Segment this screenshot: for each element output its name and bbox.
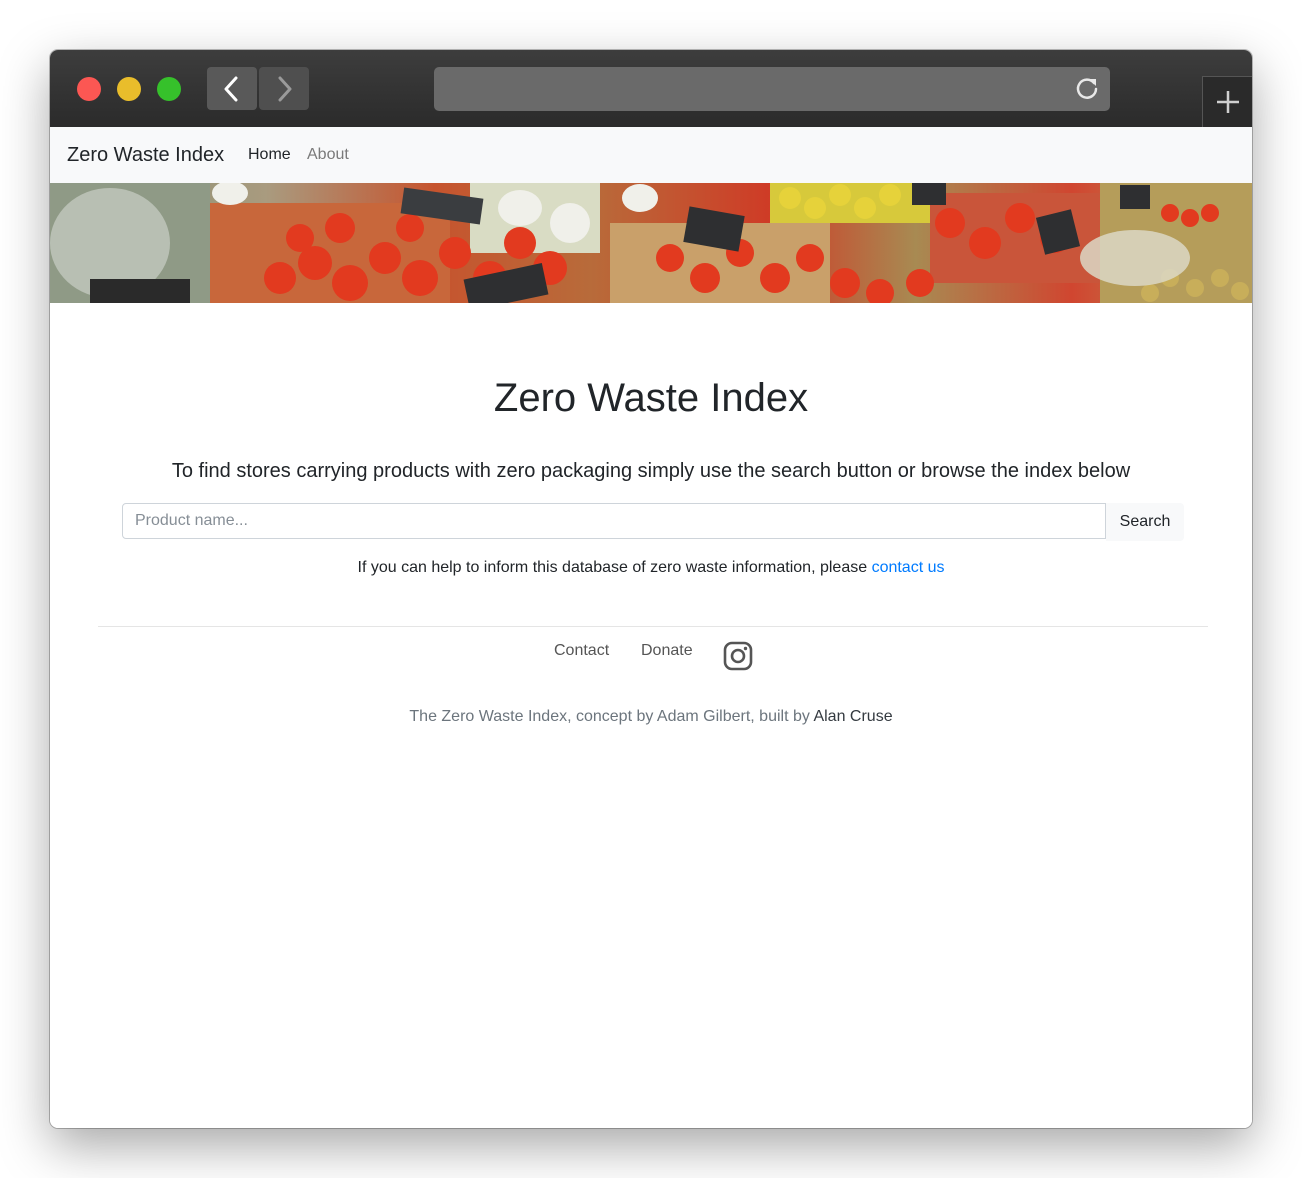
reload-icon[interactable] — [1074, 76, 1100, 102]
minimize-window-button[interactable] — [117, 77, 141, 101]
nav-link-home[interactable]: Home — [248, 146, 291, 164]
help-text: If you can help to inform this database … — [357, 559, 872, 576]
credits-text: The Zero Waste Index, concept by Adam Gi… — [409, 708, 814, 725]
web-page: Zero Waste Index Home About Zero Waste I… — [50, 127, 1252, 1128]
contact-us-link[interactable]: contact us — [872, 559, 945, 576]
forward-button[interactable] — [259, 67, 309, 110]
plus-icon — [1217, 91, 1239, 113]
screen: Zero Waste Index Home About Zero Waste I… — [0, 0, 1302, 1178]
back-button[interactable] — [207, 67, 257, 110]
close-window-button[interactable] — [77, 77, 101, 101]
product-search-input[interactable] — [122, 503, 1106, 539]
site-navbar: Zero Waste Index Home About — [50, 127, 1252, 183]
page-title: Zero Waste Index — [493, 376, 809, 420]
instagram-icon[interactable] — [723, 641, 753, 671]
address-bar[interactable] — [434, 67, 1110, 111]
chevron-left-icon — [224, 76, 238, 102]
search-button[interactable]: Search — [1106, 503, 1184, 541]
new-tab-button[interactable] — [1202, 76, 1252, 128]
page-subtitle: To find stores carrying products with ze… — [171, 460, 1131, 482]
footer-divider — [98, 626, 1208, 627]
browser-toolbar — [50, 50, 1252, 128]
banner-image — [50, 183, 1252, 303]
footer-link-contact[interactable]: Contact — [554, 642, 609, 660]
help-message: If you can help to inform this database … — [50, 559, 1252, 577]
nav-link-about[interactable]: About — [307, 146, 349, 164]
site-brand[interactable]: Zero Waste Index — [67, 144, 224, 167]
browser-window: Zero Waste Index Home About Zero Waste I… — [50, 50, 1252, 1128]
chevron-right-icon — [278, 76, 292, 102]
maximize-window-button[interactable] — [157, 77, 181, 101]
footer-link-donate[interactable]: Donate — [641, 642, 693, 660]
credits-author-link[interactable]: Alan Cruse — [813, 708, 892, 725]
footer-credits: The Zero Waste Index, concept by Adam Gi… — [50, 708, 1252, 726]
produce-market-illustration — [50, 183, 1252, 303]
